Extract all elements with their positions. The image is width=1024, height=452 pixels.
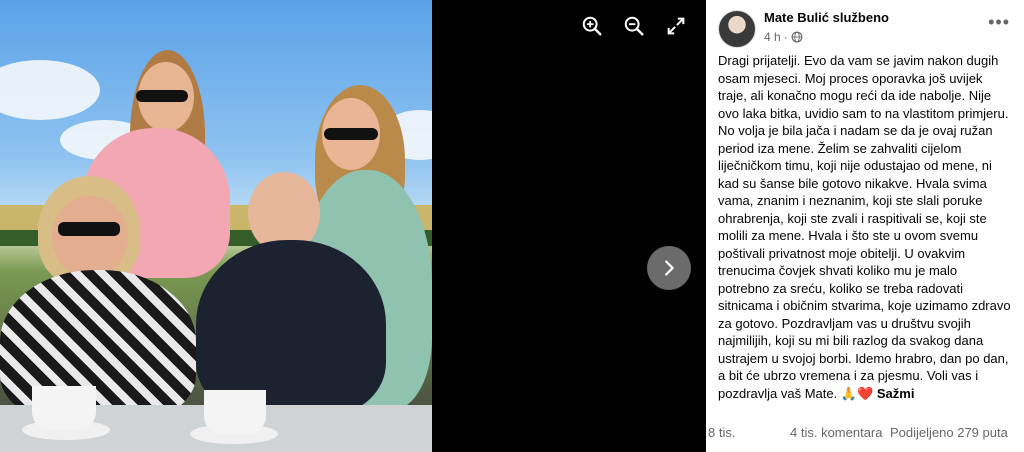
more-options-button[interactable]: ••• (988, 12, 1010, 33)
next-photo-button[interactable] (647, 246, 691, 290)
sunglasses (58, 222, 120, 236)
post-meta: 4 h · (764, 30, 803, 44)
post-panel: Mate Bulić službeno 4 h · ••• Dragi prij… (706, 0, 1024, 452)
sunglasses (324, 128, 378, 140)
fullscreen-button[interactable] (660, 10, 692, 42)
cloud (0, 60, 100, 120)
photo-viewer (0, 0, 706, 452)
post-photo[interactable] (0, 0, 432, 452)
post-text: Dragi prijatelji. Evo da vam se javim na… (718, 52, 1012, 402)
post-emoji: 🙏❤️ (840, 385, 874, 401)
avatar[interactable] (718, 10, 756, 48)
zoom-out-button[interactable] (618, 10, 650, 42)
sunglasses (136, 90, 188, 102)
author-name[interactable]: Mate Bulić službeno (764, 10, 889, 25)
comment-count[interactable]: 4 tis. komentara (790, 425, 883, 440)
zoom-in-icon (582, 16, 602, 36)
face (52, 196, 128, 278)
person-patterned-blouse (0, 270, 196, 420)
post-time[interactable]: 4 h (764, 30, 781, 44)
coffee-cup (204, 390, 266, 434)
globe-icon (791, 31, 803, 43)
chevron-right-icon (665, 260, 674, 276)
coffee-cup (32, 386, 96, 430)
share-count[interactable]: Podijeljeno 279 puta (890, 425, 1008, 440)
reaction-count[interactable]: 8 tis. (708, 425, 735, 440)
zoom-out-icon (624, 16, 644, 36)
expand-icon (667, 17, 685, 35)
post-body: Dragi prijatelji. Evo da vam se javim na… (718, 53, 1011, 401)
zoom-in-button[interactable] (576, 10, 608, 42)
see-less-link[interactable]: Sažmi (877, 386, 915, 401)
person-dark-jacket (196, 240, 386, 415)
meta-separator: · (783, 30, 788, 44)
